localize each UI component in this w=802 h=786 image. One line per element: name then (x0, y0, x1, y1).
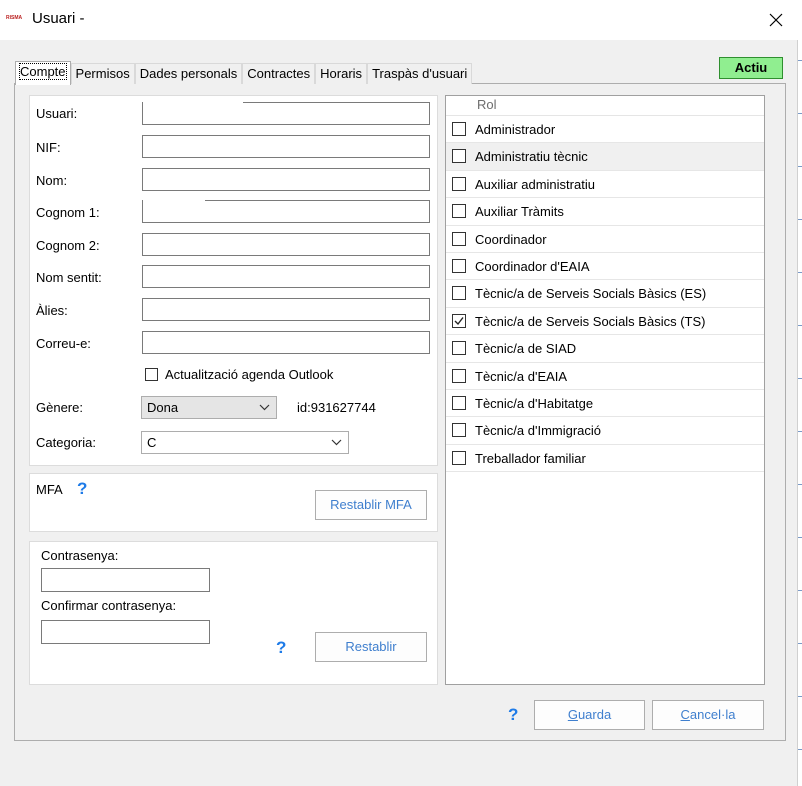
role-row[interactable]: Auxiliar Tràmits (446, 198, 764, 226)
contrasenya-label: Contrasenya: (41, 548, 119, 563)
tab-horaris[interactable]: Horaris (315, 63, 368, 84)
role-label: Treballador familiar (475, 450, 586, 466)
nom-sentit-field[interactable] (142, 265, 430, 288)
role-row[interactable]: Tècnic/a d'EAIA (446, 363, 764, 390)
contrasenya-field[interactable] (41, 568, 210, 592)
role-label: Tècnic/a de Serveis Socials Bàsics (TS) (475, 313, 706, 329)
reset-password-button[interactable]: Restablir (315, 632, 427, 662)
cancel-accesskey: C (680, 707, 690, 722)
genere-value: Dona (147, 400, 179, 415)
reset-mfa-button[interactable]: Restablir MFA (315, 490, 427, 520)
role-label: Coordinador d'EAIA (475, 258, 590, 274)
role-row[interactable]: Tècnic/a d'Immigració (446, 417, 764, 445)
role-checkbox[interactable] (452, 423, 466, 438)
chevron-down-icon (331, 439, 342, 446)
role-label: Tècnic/a d'Immigració (475, 423, 602, 439)
cognom1-label: Cognom 1: (36, 205, 100, 220)
chevron-down-icon (259, 404, 270, 411)
genere-select[interactable]: Dona (141, 396, 277, 419)
cognom2-label: Cognom 2: (36, 238, 100, 253)
role-row[interactable]: Treballador familiar (446, 445, 764, 473)
roles-header: Rol (446, 96, 764, 116)
role-label: Coordinador (475, 231, 547, 247)
nom-label: Nom: (36, 173, 68, 188)
nom-sentit-label: Nom sentit: (36, 270, 102, 285)
confirm-password-label: Confirmar contrasenya: (41, 598, 177, 613)
title-bar: RISMA Usuari - (0, 0, 802, 40)
tab-traspas-usuari[interactable]: Traspàs d'usuari (367, 63, 473, 84)
role-label: Administratiu tècnic (475, 149, 588, 165)
role-checkbox[interactable] (452, 341, 466, 356)
categoria-select[interactable]: C (141, 431, 349, 454)
role-checkbox[interactable] (452, 258, 466, 273)
alies-label: Àlies: (36, 303, 68, 318)
alies-field[interactable] (142, 298, 430, 321)
nom-field[interactable] (142, 168, 430, 191)
app-logo: RISMA (6, 15, 23, 21)
outlook-label: Actualització agenda Outlook (165, 367, 334, 382)
role-label: Tècnic/a d'Habitatge (475, 395, 594, 411)
role-checkbox[interactable] (452, 176, 466, 191)
user-id-text: id:931627744 (297, 400, 376, 415)
background-window-edge (797, 40, 802, 786)
categoria-label: Categoria: (36, 435, 96, 450)
window-title: Usuari - (32, 10, 85, 27)
nif-label: NIF: (36, 140, 61, 155)
save-accesskey: G (567, 707, 578, 722)
role-checkbox[interactable] (452, 286, 466, 301)
status-badge: Actiu (719, 57, 783, 79)
save-button[interactable]: Guarda (534, 700, 645, 730)
role-label: Auxiliar administratiu (475, 176, 595, 192)
tab-contractes[interactable]: Contractes (242, 63, 316, 84)
save-label: uarda (577, 707, 612, 722)
role-checkbox[interactable] (452, 122, 466, 136)
role-label: Auxiliar Tràmits (475, 204, 564, 220)
usuari-field[interactable] (142, 102, 430, 125)
role-row[interactable]: Administratiu tècnic (446, 143, 764, 171)
role-checkbox[interactable] (452, 204, 466, 219)
role-label: Administrador (475, 122, 556, 137)
mfa-label: MFA (36, 482, 63, 497)
tab-permisos[interactable]: Permisos (70, 63, 135, 84)
correu-field[interactable] (142, 331, 430, 354)
role-checkbox[interactable] (452, 395, 466, 410)
role-row[interactable]: Coordinador (446, 226, 764, 253)
tab-compte[interactable]: Compte (15, 61, 71, 85)
correu-label: Correu-e: (36, 336, 91, 351)
role-row[interactable]: Tècnic/a de SIAD (446, 335, 764, 363)
password-help-icon[interactable]: ? (276, 638, 286, 658)
role-row[interactable]: Administrador (446, 116, 764, 144)
genere-label: Gènere: (36, 400, 83, 415)
role-checkbox[interactable] (452, 450, 466, 465)
confirm-password-field[interactable] (41, 620, 210, 644)
role-row[interactable]: Coordinador d'EAIA (446, 253, 764, 281)
role-row[interactable]: Tècnic/a de Serveis Socials Bàsics (TS) (446, 308, 764, 336)
role-label: Tècnic/a de SIAD (475, 341, 577, 357)
outlook-checkbox[interactable] (145, 368, 158, 381)
cancel-label: ancel·la (689, 707, 736, 722)
checkmark-icon (454, 316, 464, 325)
role-label: Tècnic/a de Serveis Socials Bàsics (ES) (475, 286, 707, 302)
categoria-value: C (147, 435, 157, 450)
role-row[interactable]: Tècnic/a de Serveis Socials Bàsics (ES) (446, 280, 764, 308)
footer-help-icon[interactable]: ? (508, 705, 518, 725)
mfa-help-icon[interactable]: ? (77, 479, 87, 499)
cognom2-field[interactable] (142, 233, 430, 256)
role-checkbox[interactable] (452, 313, 466, 328)
role-checkbox[interactable] (452, 368, 466, 383)
role-checkbox[interactable] (452, 231, 466, 246)
close-icon (769, 13, 783, 27)
nif-field[interactable] (142, 135, 430, 158)
role-label: Tècnic/a d'EAIA (475, 368, 568, 384)
tab-strip: Compte Permisos Dades personals Contract… (15, 61, 473, 85)
cancel-button[interactable]: Cancel·la (652, 700, 764, 730)
roles-list[interactable]: Rol Administrador Administratiu tècnic Aux… (445, 95, 765, 685)
close-button[interactable] (756, 5, 796, 35)
tab-dades-personals[interactable]: Dades personals (134, 63, 243, 84)
role-row[interactable]: Tècnic/a d'Habitatge (446, 390, 764, 418)
role-row[interactable]: Auxiliar administratiu (446, 171, 764, 199)
usuari-label: Usuari: (36, 106, 78, 121)
cognom1-field[interactable] (142, 200, 430, 223)
role-checkbox[interactable] (452, 149, 466, 164)
